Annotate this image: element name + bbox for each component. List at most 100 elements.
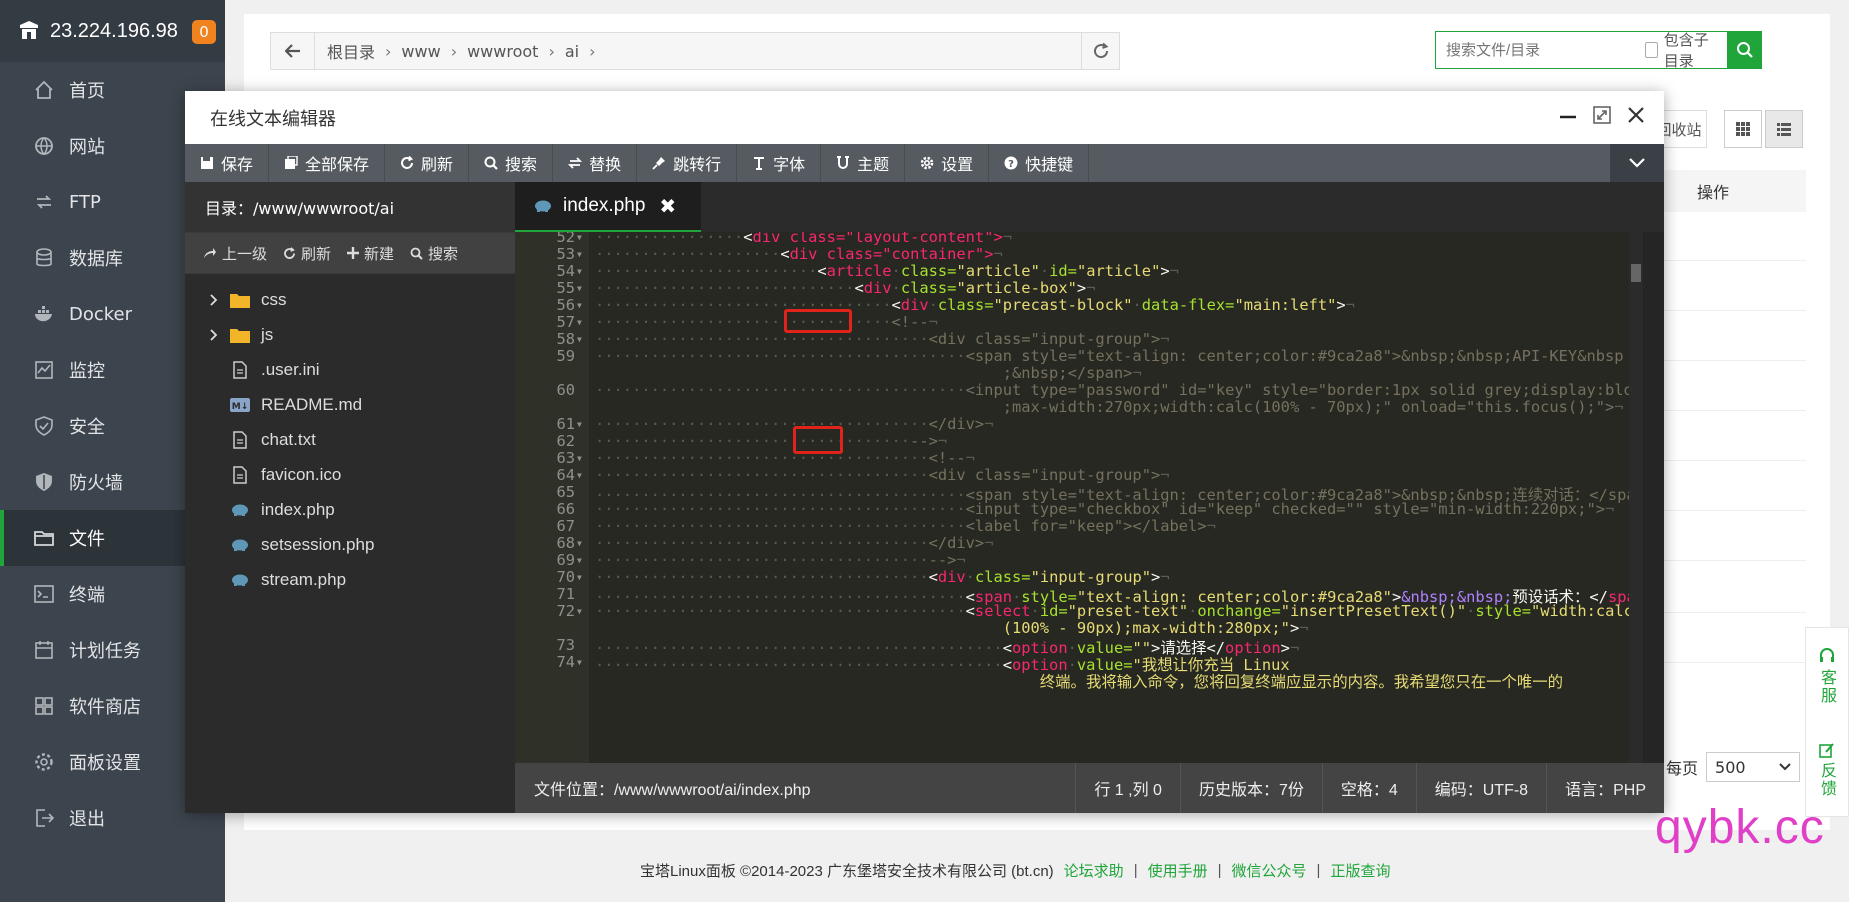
wechat-link[interactable]: 微信公众号 [1232,860,1307,881]
back-button[interactable] [271,33,315,69]
file-type-icon [229,325,251,345]
notification-badge[interactable]: 0 [192,20,216,44]
chevron-right-icon[interactable] [205,328,223,341]
new-file-button[interactable]: 新建 [347,243,394,264]
tree-refresh-button[interactable]: 刷新 [283,243,331,264]
toolbar-label: 保存 [221,155,254,174]
language-setting[interactable]: 语言：PHP [1546,763,1664,813]
toolbar-replace-button[interactable]: 替换 [553,144,638,182]
maximize-icon[interactable] [1592,105,1612,125]
tree-search-button[interactable]: 搜索 [410,243,458,264]
code-editor[interactable]: 52 ▼ 53 ▼ 54 ▼ 55 ▼ 56 ▼ 57 ▼ 58 ▼ 59 60 61 ▼ 62 63 ▼ 64 ▼ 65 66… [515,232,1643,763]
fold-toggle-icon[interactable]: ▼ [577,233,582,242]
tree-file[interactable]: index.php [185,492,515,527]
line-number: 68 [556,534,575,552]
tree-file[interactable]: .user.ini [185,352,515,387]
toolbar-help-button[interactable]: ? 快捷键 [989,144,1090,182]
fold-toggle-icon[interactable]: ▼ [577,420,582,429]
encoding-setting[interactable]: 编码：UTF-8 [1415,763,1546,813]
fold-toggle-icon[interactable]: ▼ [577,573,582,582]
list-view-button[interactable] [1765,110,1803,148]
tree-folder[interactable]: js [185,317,515,352]
code-line-68: ····································</di… [595,534,994,552]
close-icon[interactable] [1626,105,1646,125]
sidebar-item-label: 首页 [69,81,105,102]
code-token: <div class="input-group"> [928,466,1161,484]
per-page-select[interactable]: 500 [1706,752,1801,782]
path-bar: 根目录 › www › wwwroot › ai › [270,32,1120,70]
logout-icon [36,809,55,827]
forum-link[interactable]: 论坛求助 [1064,860,1124,881]
cursor-position[interactable]: 行 1 ,列 0 [1075,763,1180,813]
per-page-label: 每页 [1666,759,1699,778]
toolbar-search-button[interactable]: 搜索 [469,144,554,182]
license-check-link[interactable]: 正版查询 [1330,860,1390,881]
per-page-value: 500 [1715,757,1746,777]
chevron-right-icon[interactable] [205,293,223,306]
file-type-icon [229,290,251,310]
code-token: article [826,262,892,280]
toolbar-pin-button[interactable]: 跳转行 [637,144,738,182]
fold-toggle-icon[interactable]: ▼ [577,301,582,310]
tree-file[interactable]: setsession.php [185,527,515,562]
toolbar-collapse-button[interactable] [1610,144,1664,182]
apps-icon [35,697,53,715]
include-subdir-checkbox[interactable] [1645,42,1658,58]
scrollbar-thumb[interactable] [1631,264,1641,282]
customer-service-button[interactable]: 客服 [1815,647,1839,705]
line-number-gutter: 52 ▼ 53 ▼ 54 ▼ 55 ▼ 56 ▼ 57 ▼ 58 ▼ 59 60 61 ▼ 62 63 ▼ 64 ▼ 65 66… [515,232,589,763]
file-type-icon [229,535,251,555]
search-icon [410,247,423,260]
table-row [1662,360,1806,361]
line-number: 66 [556,500,575,518]
code-line-59-wrap: ;&nbsp;</span>¬ [1002,364,1142,382]
fold-toggle-icon[interactable]: ▼ [577,284,582,293]
tree-folder[interactable]: css [185,282,515,317]
breadcrumb-root[interactable]: 根目录 [327,39,375,63]
fold-toggle-icon[interactable]: ▼ [577,539,582,548]
toolbar-refresh-button[interactable]: 刷新 [385,144,470,182]
code-token: div [937,568,966,586]
breadcrumb-ai[interactable]: ai [565,42,579,61]
search-button[interactable] [1727,31,1762,69]
tree-file[interactable]: favicon.ico [185,457,515,492]
tree-file[interactable]: stream.php [185,562,515,597]
history-versions[interactable]: 历史版本：7份 [1179,763,1322,813]
fold-toggle-icon[interactable]: ▼ [577,556,582,565]
vertical-scrollbar[interactable] [1629,232,1643,763]
toolbar-save-all-button[interactable]: 全部保存 [269,144,386,182]
fold-toggle-icon[interactable]: ▼ [577,607,582,616]
new-file-label: 新建 [364,244,395,263]
toolbar-theme-button[interactable]: 主题 [821,144,906,182]
fold-toggle-icon[interactable]: ▼ [577,335,582,344]
tree-file[interactable]: M↓ README.md [185,387,515,422]
code-token: <input type="password" id="key" style="b… [965,381,1643,399]
chevron-right-icon: › [450,41,458,61]
toolbar-label: 跳转行 [673,155,722,174]
minimize-icon[interactable] [1558,105,1578,125]
fold-toggle-icon[interactable]: ▼ [577,471,582,480]
grid-icon [1736,122,1750,136]
toolbar-save-button[interactable]: 保存 [185,144,270,182]
toolbar-font-button[interactable]: 字体 [737,144,822,182]
fold-toggle-icon[interactable]: ▼ [577,267,582,276]
grid-view-button[interactable] [1724,110,1762,148]
fold-toggle-icon[interactable]: ▼ [577,454,582,463]
fold-toggle-icon[interactable]: ▼ [577,250,582,259]
fold-toggle-icon[interactable]: ▼ [577,318,582,327]
code-token: ;max-width:270px;width:calc(100% - 70px)… [1002,398,1615,416]
breadcrumb-wwwroot[interactable]: wwwroot [467,42,538,61]
tab-index-php[interactable]: index.php ✖ [515,182,701,232]
indent-setting[interactable]: 空格：4 [1321,763,1416,813]
include-subdir-option[interactable]: 包含子目录 [1645,29,1721,71]
toolbar-gear-button[interactable]: 设置 [905,144,990,182]
tree-file[interactable]: chat.txt [185,422,515,457]
file-search-input[interactable] [1436,32,1645,68]
tab-close-icon[interactable]: ✖ [659,194,676,219]
fold-toggle-icon[interactable]: ▼ [577,658,582,667]
feedback-button[interactable]: 反馈 [1815,742,1839,798]
breadcrumb-www[interactable]: www [401,42,440,61]
refresh-path-button[interactable] [1081,33,1119,69]
manual-link[interactable]: 使用手册 [1148,860,1208,881]
go-up-button[interactable]: 上一级 [203,243,267,264]
